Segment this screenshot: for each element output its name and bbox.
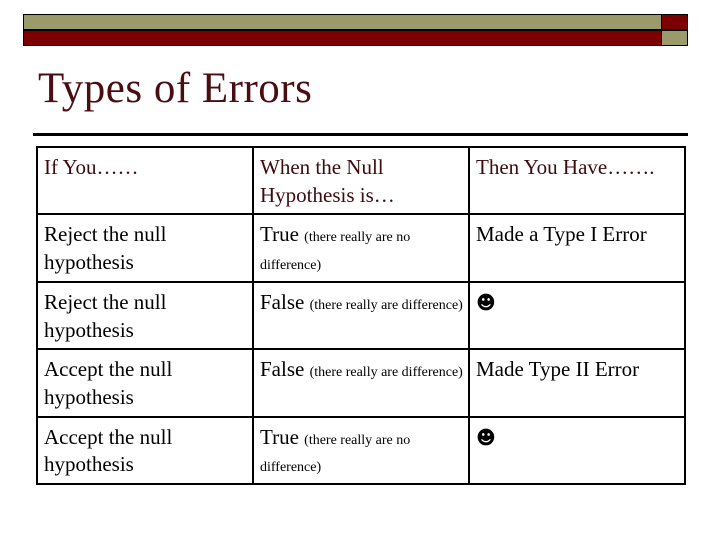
cell-hypothesis: True (there really are no difference) xyxy=(252,213,470,283)
table-row: Reject the null hypothesis False (there … xyxy=(36,280,686,351)
cell-action: Accept the null hypothesis xyxy=(36,415,254,486)
cell-result: Made Type II Error xyxy=(468,348,686,418)
table-row: Accept the null hypothesis True (there r… xyxy=(36,415,686,486)
cell-result: ☻ xyxy=(468,280,686,351)
cell-hypothesis-note: (there really are difference) xyxy=(309,365,463,381)
banner-segment-olive-long xyxy=(23,14,662,30)
cell-action: Accept the null hypothesis xyxy=(36,348,254,418)
cell-result: Made a Type I Error xyxy=(468,213,686,283)
banner-segment-maroon-short xyxy=(662,14,688,30)
cell-hypothesis-value: False xyxy=(260,289,310,314)
cell-hypothesis-value: True xyxy=(260,424,305,449)
table-header-row: If You…… When the Null Hypothesis is… Th… xyxy=(36,145,686,216)
banner-row-top xyxy=(23,14,688,30)
types-of-errors-table: If You…… When the Null Hypothesis is… Th… xyxy=(36,145,686,486)
table-row: Reject the null hypothesis True (there r… xyxy=(36,213,686,283)
column-header-action: If You…… xyxy=(36,145,254,216)
smiley-face-icon: ☻ xyxy=(476,426,496,449)
decorative-banner xyxy=(23,14,688,46)
cell-hypothesis: False (there really are difference) xyxy=(252,280,470,351)
cell-hypothesis-value: False xyxy=(260,357,310,382)
table-row: Accept the null hypothesis False (there … xyxy=(36,348,686,418)
cell-hypothesis: True (there really are no difference) xyxy=(252,415,470,486)
column-header-hypothesis: When the Null Hypothesis is… xyxy=(252,145,470,216)
banner-segment-olive-short xyxy=(662,30,688,46)
cell-result: ☻ xyxy=(468,415,686,486)
banner-segment-maroon-long xyxy=(23,30,662,46)
title-divider xyxy=(33,133,688,136)
cell-action: Reject the null hypothesis xyxy=(36,280,254,351)
cell-hypothesis-note: (there really are difference) xyxy=(309,297,463,313)
cell-hypothesis-value: True xyxy=(260,222,305,247)
column-header-result: Then You Have……. xyxy=(468,145,686,216)
page-title: Types of Errors xyxy=(38,65,313,112)
cell-hypothesis: False (there really are difference) xyxy=(252,348,470,418)
banner-row-bottom xyxy=(23,30,688,46)
smiley-face-icon: ☻ xyxy=(476,291,496,314)
cell-action: Reject the null hypothesis xyxy=(36,213,254,283)
